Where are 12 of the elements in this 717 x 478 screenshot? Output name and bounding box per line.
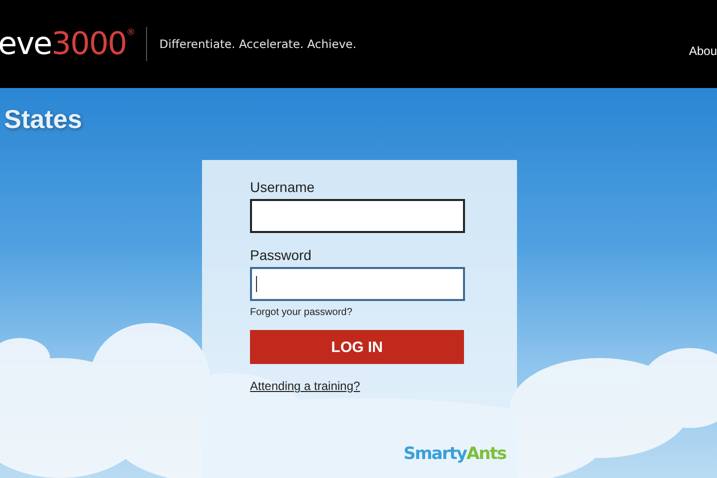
field-label: Password (250, 247, 312, 263)
login-button[interactable]: LOG IN (250, 330, 464, 364)
nav-link[interactable]: Abou (688, 44, 717, 58)
forgot-password-link[interactable]: Forgot your password? (250, 307, 352, 318)
page-title: States (3, 103, 82, 135)
input-field[interactable] (250, 267, 465, 301)
site-logo[interactable]: eve3000$^{®}$ (0, 28, 134, 60)
training-link[interactable]: Attending a training? (250, 379, 360, 393)
tagline: Differentiate. Accelerate. Achieve. (159, 37, 356, 51)
brand-logo: SmartyAnts (403, 444, 506, 464)
input-field[interactable] (250, 199, 465, 233)
field-label: Username (250, 179, 315, 195)
